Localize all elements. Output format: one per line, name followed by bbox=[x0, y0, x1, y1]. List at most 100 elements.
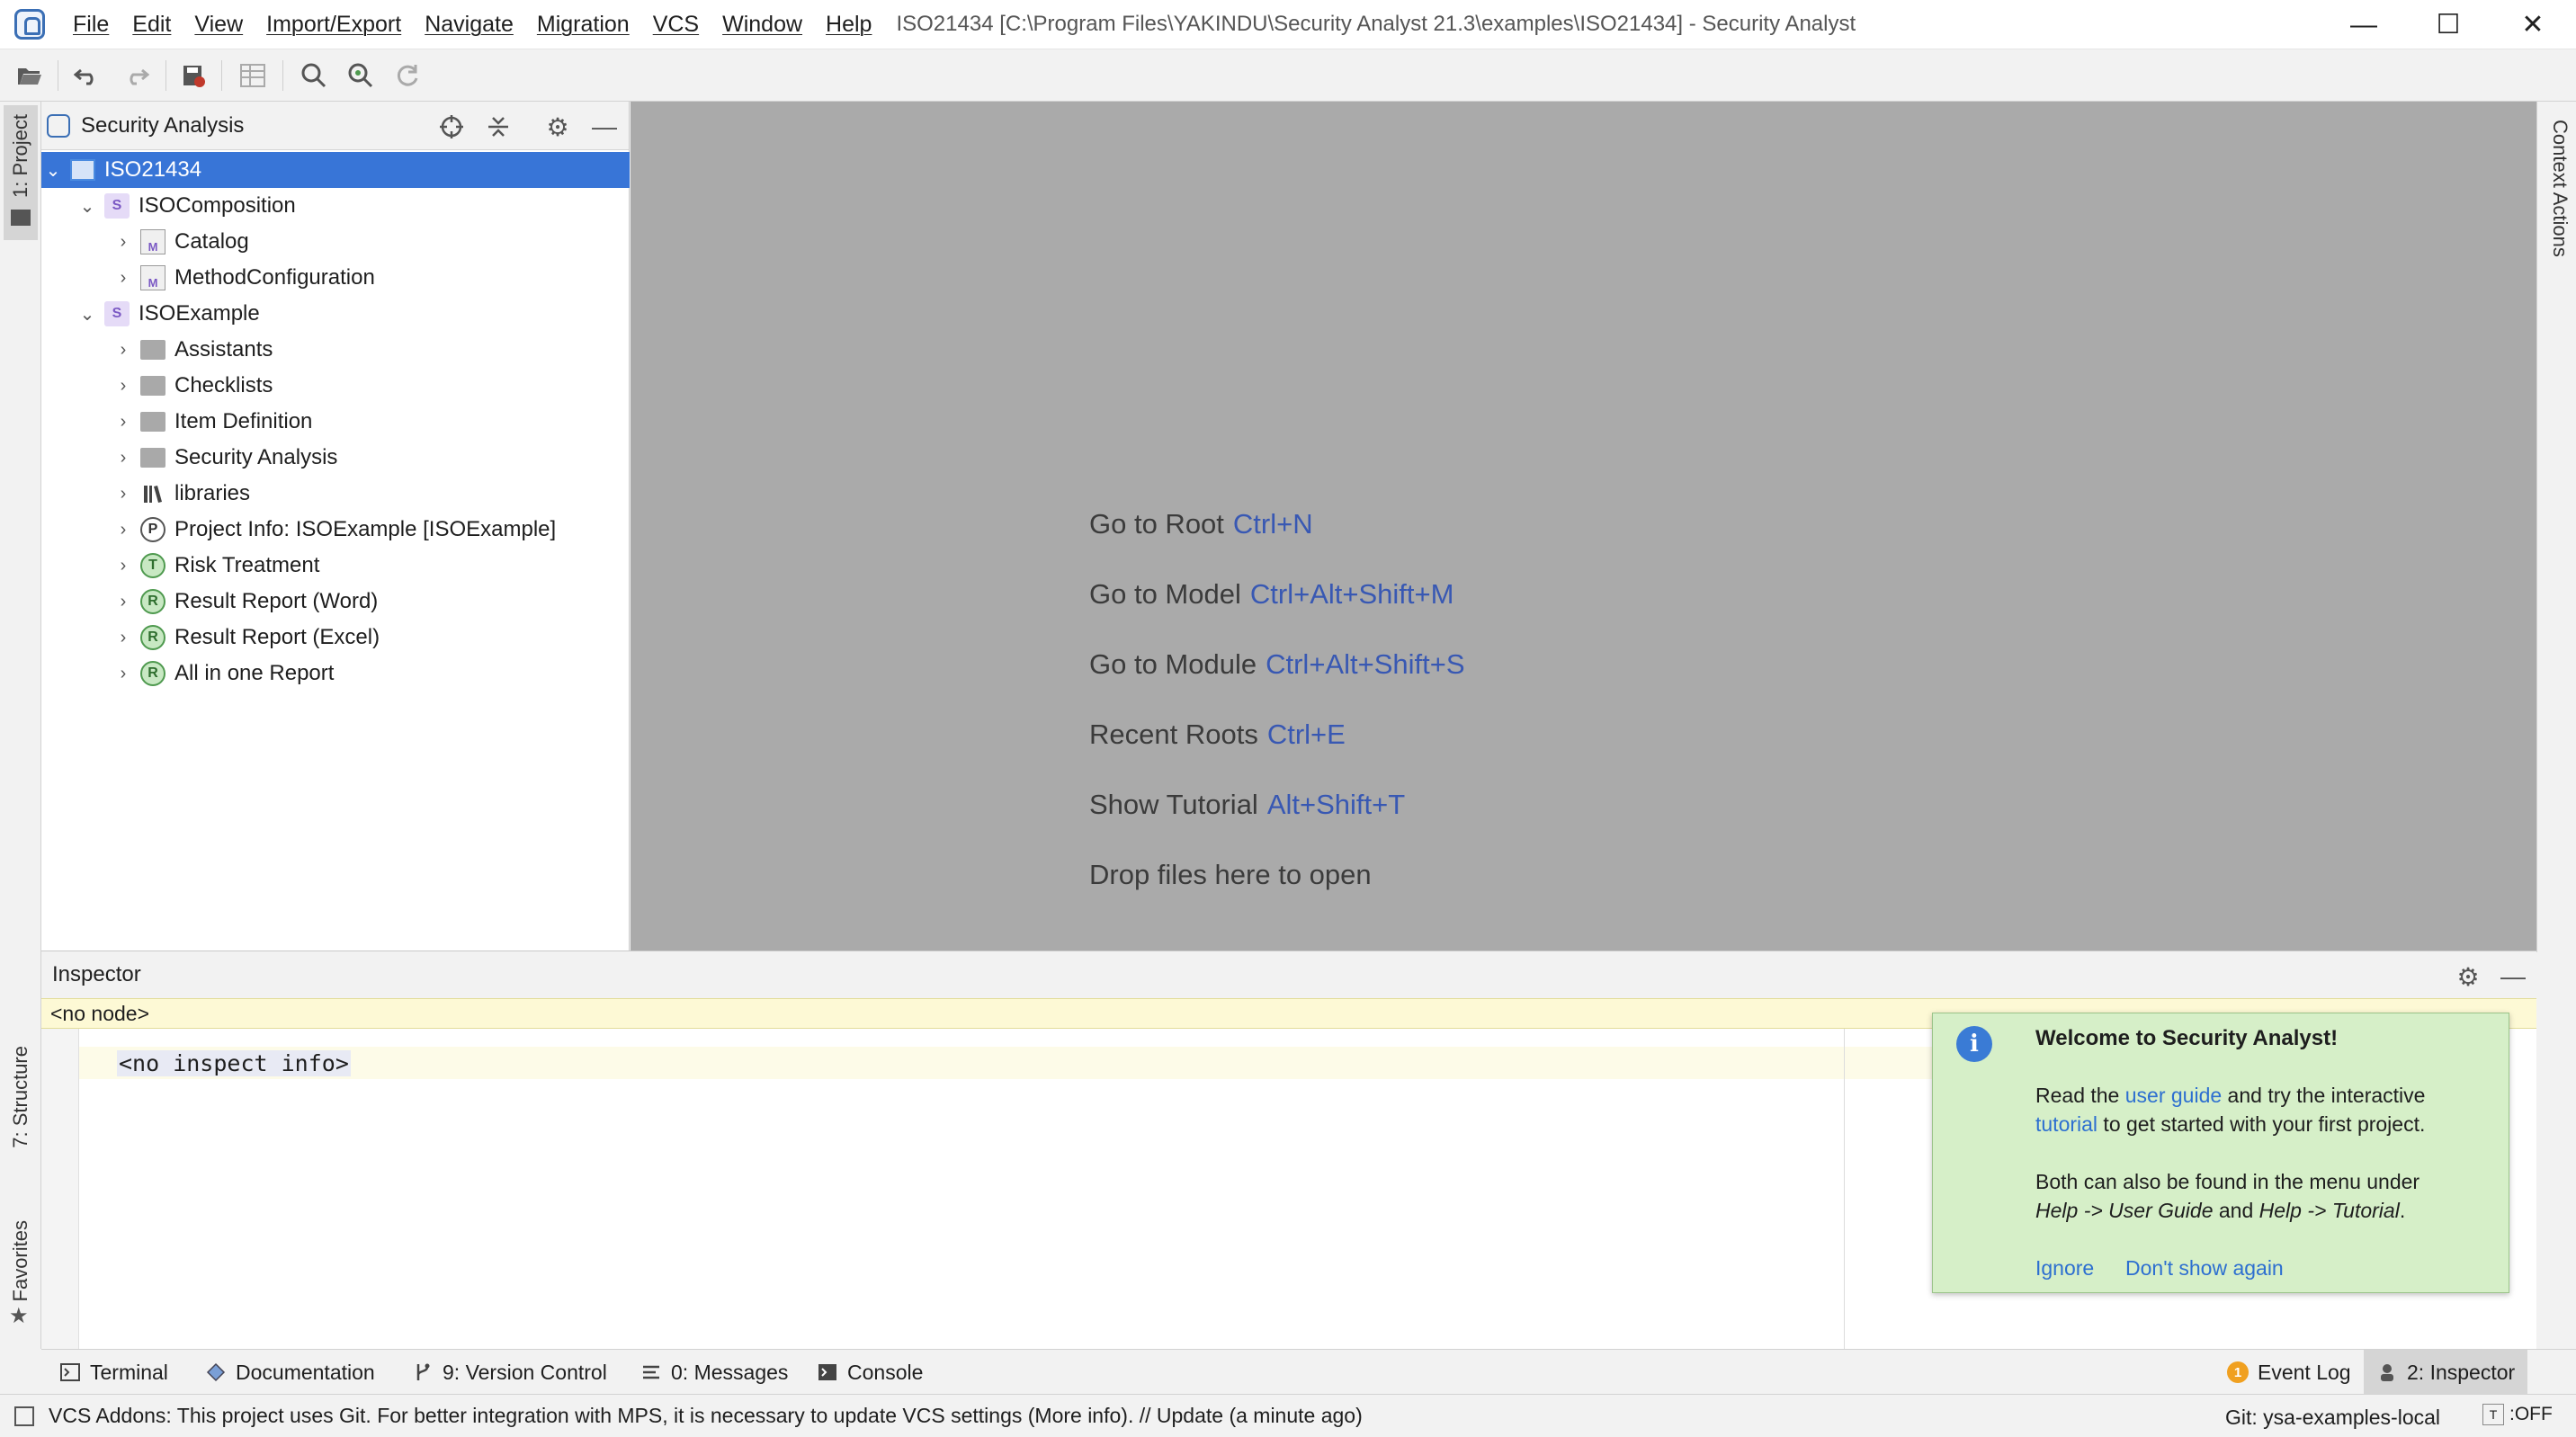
chevron-down-icon[interactable]: ⌄ bbox=[76, 303, 99, 326]
tree-item-label: Item Definition bbox=[174, 409, 313, 433]
tab-favorites[interactable]: Favorites bbox=[9, 1220, 32, 1301]
table-icon[interactable] bbox=[236, 58, 270, 93]
hide-panel-icon[interactable]: — bbox=[2497, 960, 2529, 993]
chevron-right-icon[interactable]: › bbox=[112, 592, 135, 612]
inspector-header: Inspector ⚙ — bbox=[41, 951, 2536, 998]
main-toolbar bbox=[0, 49, 2576, 102]
chevron-down-icon[interactable]: ⌄ bbox=[41, 159, 65, 182]
git-branch-widget[interactable]: Git: ysa-examples-local bbox=[2225, 1406, 2440, 1430]
collapse-all-icon[interactable] bbox=[482, 111, 514, 143]
tree-item-result-report-word[interactable]: › R Result Report (Word) bbox=[41, 584, 630, 620]
menu-vcs[interactable]: VCS bbox=[641, 12, 711, 38]
typo-check-toggle[interactable]: T:OFF bbox=[2482, 1404, 2553, 1425]
chevron-right-icon[interactable]: › bbox=[112, 412, 135, 433]
status-bar: VCS Addons: This project uses Git. For b… bbox=[0, 1394, 2576, 1437]
menu-window[interactable]: Window bbox=[711, 12, 814, 38]
tree-item-label: ISOComposition bbox=[139, 193, 296, 218]
model-icon: M bbox=[140, 229, 165, 254]
star-icon: ★ bbox=[9, 1304, 29, 1328]
chevron-right-icon[interactable]: › bbox=[112, 268, 135, 289]
hide-panel-icon[interactable]: — bbox=[588, 111, 621, 143]
tree-item-item-definition[interactable]: › Item Definition bbox=[41, 404, 630, 440]
find-usages-icon[interactable] bbox=[344, 58, 378, 93]
toggle-tool-windows-icon[interactable] bbox=[14, 1406, 34, 1426]
tree-item-label: Result Report (Excel) bbox=[174, 625, 380, 649]
gear-icon[interactable]: ⚙ bbox=[541, 111, 574, 143]
tree-item-label: Assistants bbox=[174, 337, 273, 361]
tree-item-iso21434[interactable]: ⌄ ISO21434 bbox=[41, 152, 630, 188]
tree-item-security-analysis[interactable]: › Security Analysis bbox=[41, 440, 630, 476]
editor-gutter bbox=[41, 1029, 79, 1350]
tab-context-actions[interactable]: Context Actions bbox=[2548, 120, 2572, 257]
editor-empty-area[interactable]: Go to Root Ctrl+N Go to Model Ctrl+Alt+Shi… bbox=[631, 102, 2536, 951]
inspector-content[interactable]: <no inspect info> bbox=[117, 1050, 351, 1076]
tree-item-label: Risk Treatment bbox=[174, 553, 320, 577]
folder-icon bbox=[140, 376, 165, 396]
refresh-icon[interactable] bbox=[390, 58, 425, 93]
tree-item-methodconfiguration[interactable]: › M MethodConfiguration bbox=[41, 260, 630, 296]
tab-inspector[interactable]: 2: Inspector bbox=[2364, 1350, 2528, 1395]
chevron-right-icon[interactable]: › bbox=[112, 556, 135, 576]
project-tool-window: Security Analysis ⚙ — ⌄ ISO21434 ⌄ S ISO… bbox=[41, 102, 630, 951]
save-all-icon[interactable] bbox=[176, 58, 210, 93]
tree-item-libraries[interactable]: › libraries bbox=[41, 476, 630, 512]
chevron-right-icon[interactable]: › bbox=[112, 664, 135, 684]
menu-view[interactable]: View bbox=[183, 12, 255, 38]
menu-import-export[interactable]: Import/Export bbox=[255, 12, 413, 38]
tree-item-assistants[interactable]: › Assistants bbox=[41, 332, 630, 368]
undo-icon[interactable] bbox=[70, 58, 104, 93]
left-tool-stripe: 1: Project 7: Structure Favorites ★ bbox=[0, 102, 41, 1349]
tab-terminal[interactable]: Terminal bbox=[59, 1350, 168, 1395]
tree-item-project-info[interactable]: › P Project Info: ISOExample [ISOExample… bbox=[41, 512, 630, 548]
event-count-badge: 1 bbox=[2227, 1361, 2249, 1383]
tab-event-log[interactable]: 1 Event Log bbox=[2227, 1350, 2351, 1395]
chevron-right-icon[interactable]: › bbox=[112, 232, 135, 253]
ignore-link[interactable]: Ignore bbox=[2035, 1256, 2094, 1281]
tab-console[interactable]: Console bbox=[817, 1350, 923, 1395]
folder-icon bbox=[140, 340, 165, 360]
chevron-right-icon[interactable]: › bbox=[112, 448, 135, 469]
menu-file[interactable]: File bbox=[61, 12, 121, 38]
chevron-right-icon[interactable]: › bbox=[112, 628, 135, 648]
tab-messages[interactable]: 0: Messages bbox=[640, 1350, 788, 1395]
menu-edit[interactable]: Edit bbox=[121, 12, 183, 38]
redo-icon[interactable] bbox=[119, 58, 153, 93]
open-folder-icon[interactable] bbox=[13, 58, 47, 93]
maximize-button[interactable]: ☐ bbox=[2407, 0, 2490, 49]
tree-item-result-report-excel[interactable]: › R Result Report (Excel) bbox=[41, 620, 630, 656]
chevron-right-icon[interactable]: › bbox=[112, 520, 135, 540]
chevron-right-icon[interactable]: › bbox=[112, 340, 135, 361]
menu-migration[interactable]: Migration bbox=[525, 12, 641, 38]
minimize-button[interactable]: — bbox=[2322, 0, 2405, 49]
status-message[interactable]: VCS Addons: This project uses Git. For b… bbox=[49, 1404, 1363, 1428]
project-folder-icon bbox=[11, 210, 31, 226]
tab-structure[interactable]: 7: Structure bbox=[9, 1046, 32, 1148]
tab-documentation[interactable]: Documentation bbox=[205, 1350, 375, 1395]
hint-recent-roots: Recent Roots Ctrl+E bbox=[1089, 718, 1346, 750]
chevron-right-icon[interactable]: › bbox=[112, 376, 135, 397]
project-icon bbox=[70, 159, 95, 181]
tab-project[interactable]: 1: Project bbox=[9, 114, 32, 198]
search-in-models-icon[interactable] bbox=[297, 58, 331, 93]
tree-item-isocomposition[interactable]: ⌄ S ISOComposition bbox=[41, 188, 630, 224]
locate-target-icon[interactable] bbox=[435, 111, 468, 143]
tutorial-link[interactable]: tutorial bbox=[2035, 1112, 2097, 1136]
tree-item-isoexample[interactable]: ⌄ S ISOExample bbox=[41, 296, 630, 332]
close-window-button[interactable]: ✕ bbox=[2491, 0, 2574, 49]
menu-help[interactable]: Help bbox=[814, 12, 883, 38]
dont-show-again-link[interactable]: Don't show again bbox=[2125, 1256, 2284, 1281]
tree-item-all-in-one-report[interactable]: › R All in one Report bbox=[41, 656, 630, 692]
gear-icon[interactable]: ⚙ bbox=[2452, 960, 2484, 993]
tab-version-control[interactable]: 9: Version Control bbox=[412, 1350, 607, 1395]
report-icon: R bbox=[140, 625, 165, 650]
solution-module-icon: S bbox=[104, 301, 130, 326]
chevron-down-icon[interactable]: ⌄ bbox=[76, 195, 99, 218]
window-title: ISO21434 [C:\Program Files\YAKINDU\Secur… bbox=[896, 12, 1856, 36]
tree-item-catalog[interactable]: › M Catalog bbox=[41, 224, 630, 260]
menu-navigate[interactable]: Navigate bbox=[413, 12, 525, 38]
tree-item-checklists[interactable]: › Checklists bbox=[41, 368, 630, 404]
hint-go-to-module: Go to Module Ctrl+Alt+Shift+S bbox=[1089, 648, 1465, 680]
chevron-right-icon[interactable]: › bbox=[112, 484, 135, 504]
user-guide-link[interactable]: user guide bbox=[2125, 1084, 2222, 1107]
tree-item-risk-treatment[interactable]: › T Risk Treatment bbox=[41, 548, 630, 584]
